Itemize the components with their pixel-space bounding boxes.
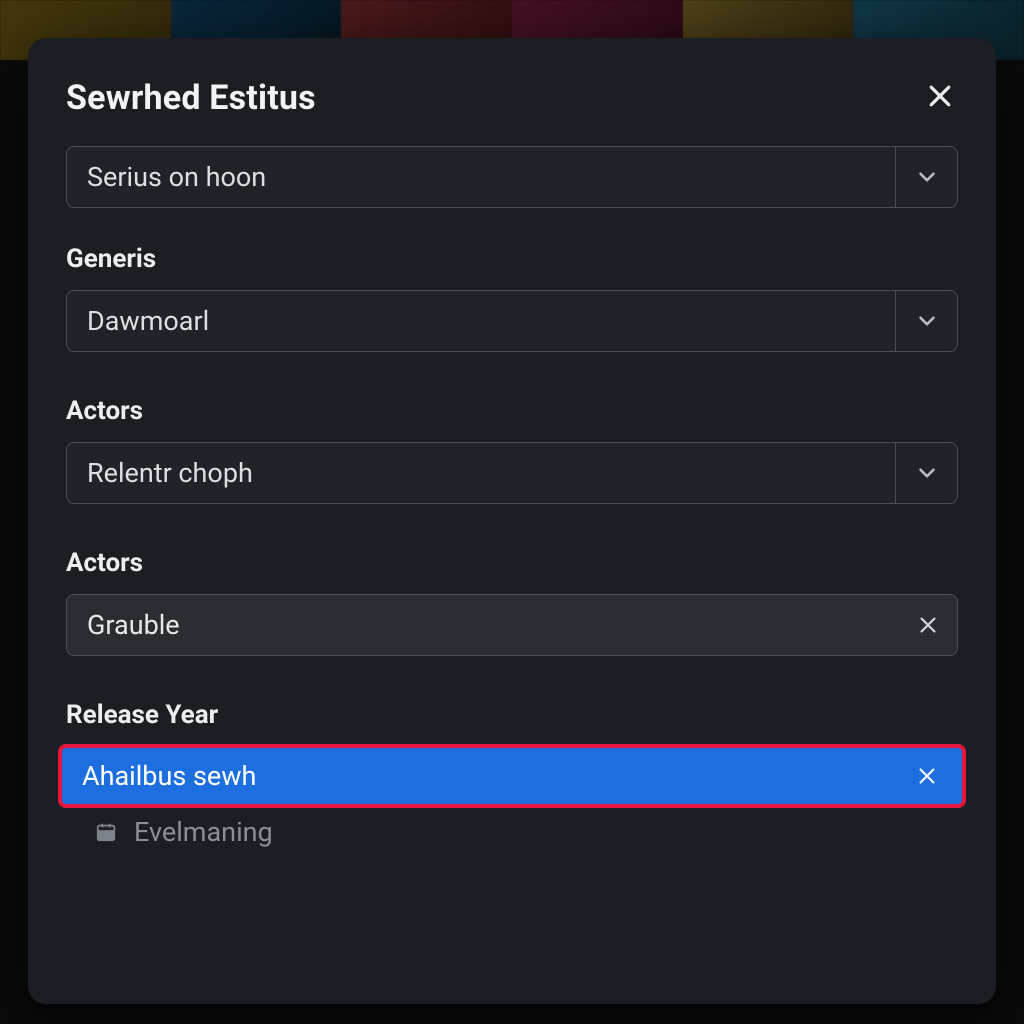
release-year-group: Release Year Ahailbus sewh Eve — [66, 700, 958, 848]
release-year-option-highlighted[interactable]: Ahailbus sewh — [62, 748, 962, 804]
actors-input-group: Actors Grauble — [66, 548, 958, 656]
chevron-down-icon — [914, 308, 940, 334]
modal-header: Sewrhed Estitus — [66, 78, 958, 118]
primary-select-value: Serius on hoon — [67, 147, 895, 207]
actors-input-value: Grauble — [67, 595, 899, 655]
actors-select-group: Actors Relentr choph — [66, 396, 958, 504]
generis-select-value: Dawmoarl — [67, 291, 895, 351]
actors-input-label: Actors — [66, 548, 958, 578]
actors-select-label: Actors — [66, 396, 958, 426]
generis-group: Generis Dawmoarl — [66, 244, 958, 352]
generis-select[interactable]: Dawmoarl — [66, 290, 958, 352]
close-icon — [916, 765, 938, 787]
actors-select-value: Relentr choph — [67, 443, 895, 503]
release-year-label: Release Year — [66, 700, 958, 730]
chevron-down-icon — [914, 460, 940, 486]
release-year-option-clear[interactable] — [916, 765, 938, 787]
actors-select-chevron[interactable] — [895, 443, 957, 503]
close-icon — [925, 81, 955, 111]
release-year-option-highlighted-label: Ahailbus sewh — [82, 760, 256, 792]
close-button[interactable] — [922, 78, 958, 114]
chevron-down-icon — [914, 164, 940, 190]
generis-label: Generis — [66, 244, 958, 274]
actors-input[interactable]: Grauble — [66, 594, 958, 656]
calendar-icon — [94, 821, 118, 843]
filter-modal: Sewrhed Estitus Serius on hoon Generis D… — [28, 38, 996, 1004]
primary-select-chevron[interactable] — [895, 147, 957, 207]
modal-title: Sewrhed Estitus — [66, 78, 316, 118]
actors-input-clear[interactable] — [899, 595, 957, 655]
actors-select[interactable]: Relentr choph — [66, 442, 958, 504]
primary-select[interactable]: Serius on hoon — [66, 146, 958, 208]
release-year-option-secondary-label: Evelmaning — [134, 816, 273, 848]
generis-select-chevron[interactable] — [895, 291, 957, 351]
release-year-option-secondary[interactable]: Evelmaning — [66, 804, 958, 848]
primary-select-group: Serius on hoon — [66, 146, 958, 208]
close-icon — [917, 614, 939, 636]
